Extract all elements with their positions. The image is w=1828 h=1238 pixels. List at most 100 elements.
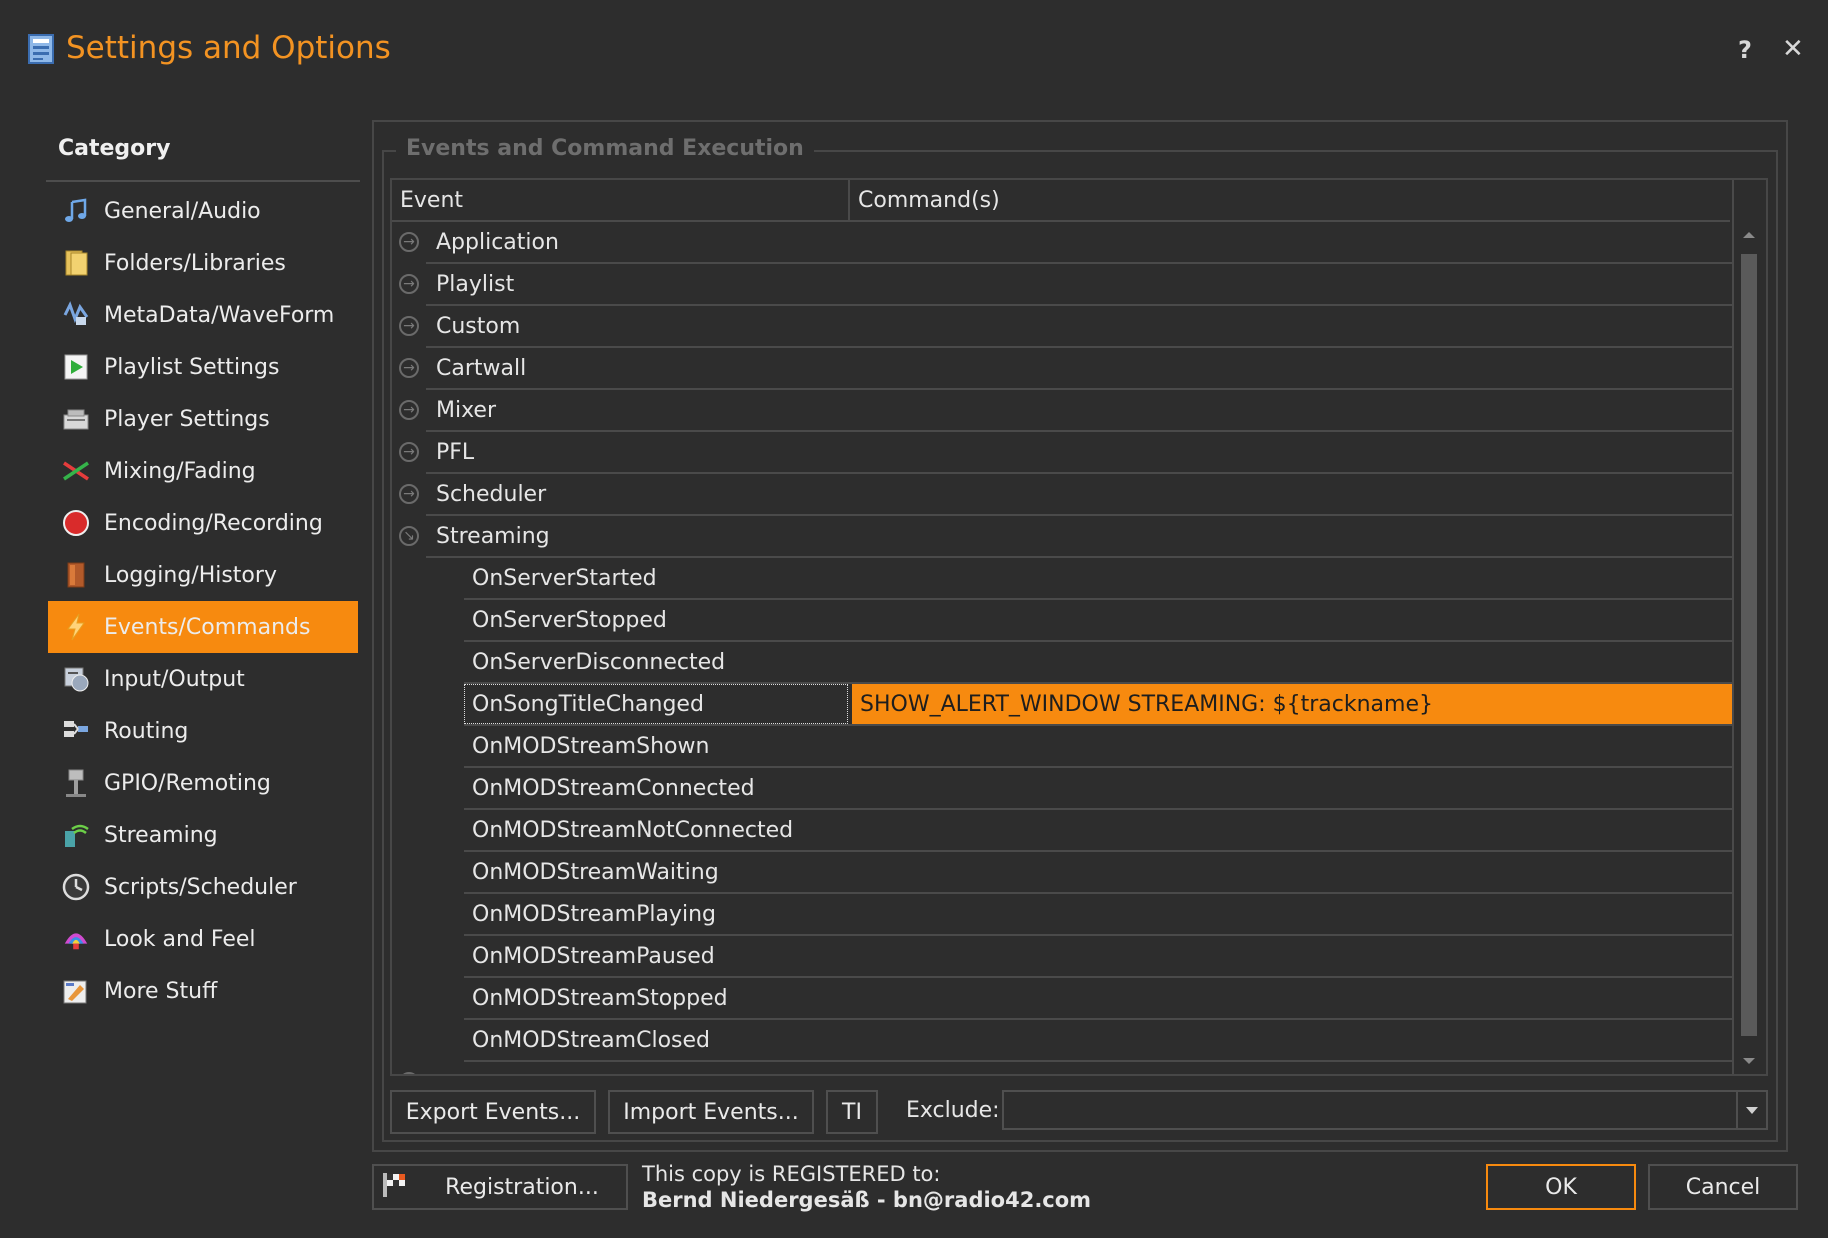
registration-label: Registration... bbox=[445, 1174, 599, 1200]
registration-button[interactable]: Registration... bbox=[372, 1164, 628, 1210]
category-divider bbox=[46, 180, 360, 182]
event-row[interactable]: OnMODStreamConnected bbox=[392, 768, 1734, 810]
sidebar-item-gpio-remoting[interactable]: GPIO/Remoting bbox=[48, 757, 358, 809]
event-name: OnMODStreamShown bbox=[472, 733, 710, 759]
expand-arrow-icon[interactable]: → bbox=[399, 316, 419, 336]
event-row[interactable]: OnMODStreamPaused bbox=[392, 936, 1734, 978]
sidebar-item-logging-history[interactable]: Logging/History bbox=[48, 549, 358, 601]
metadata-icon bbox=[62, 301, 90, 329]
group-row-cartwall[interactable]: → Cartwall bbox=[392, 348, 1734, 390]
group-label: Mixer bbox=[436, 397, 497, 423]
sidebar-item-look-and-feel[interactable]: Look and Feel bbox=[48, 913, 358, 965]
sidebar-item-mixing-fading[interactable]: Mixing/Fading bbox=[48, 445, 358, 497]
category-heading: Category bbox=[58, 136, 171, 161]
sidebar-item-scripts-scheduler[interactable]: Scripts/Scheduler bbox=[48, 861, 358, 913]
import-events-button[interactable]: Import Events... bbox=[608, 1090, 814, 1134]
group-row-streaming[interactable]: ↘ Streaming bbox=[392, 516, 1734, 558]
vertical-scrollbar[interactable] bbox=[1732, 220, 1766, 1074]
input-output-icon bbox=[62, 665, 90, 693]
group-row-pfl[interactable]: → PFL bbox=[392, 432, 1734, 474]
group-row-custom[interactable]: → Custom bbox=[392, 306, 1734, 348]
player-icon bbox=[62, 405, 90, 433]
event-row[interactable]: OnMODStreamClosed bbox=[392, 1020, 1734, 1062]
group-row-partial[interactable]: → bbox=[392, 1062, 1734, 1074]
exclude-dropdown-button[interactable] bbox=[1736, 1092, 1766, 1128]
chevron-down-icon bbox=[1746, 1106, 1758, 1114]
exclude-combobox[interactable] bbox=[1002, 1090, 1768, 1130]
group-row-application[interactable]: → Application bbox=[392, 222, 1734, 264]
event-row[interactable]: OnServerStopped bbox=[392, 600, 1734, 642]
event-name: OnMODStreamClosed bbox=[472, 1027, 710, 1053]
sidebar-item-more-stuff[interactable]: More Stuff bbox=[48, 965, 358, 1017]
music-note-icon bbox=[62, 197, 90, 225]
scroll-up-arrow-icon[interactable] bbox=[1743, 232, 1755, 238]
exclude-label: Exclude: bbox=[906, 1098, 1000, 1123]
grid-rows: → Application → Playlist → Custom → Cart… bbox=[392, 222, 1734, 1074]
sidebar-item-playlist-settings[interactable]: Playlist Settings bbox=[48, 341, 358, 393]
cancel-button[interactable]: Cancel bbox=[1648, 1164, 1798, 1210]
sidebar-item-label: Events/Commands bbox=[104, 614, 311, 640]
sidebar-item-input-output[interactable]: Input/Output bbox=[48, 653, 358, 705]
sidebar-item-streaming[interactable]: Streaming bbox=[48, 809, 358, 861]
logging-icon bbox=[62, 561, 90, 589]
scroll-down-arrow-icon[interactable] bbox=[1743, 1058, 1755, 1064]
header-corner bbox=[1732, 180, 1766, 220]
expand-arrow-icon[interactable]: → bbox=[399, 232, 419, 252]
expand-arrow-icon[interactable]: → bbox=[399, 484, 419, 504]
sidebar-item-player-settings[interactable]: Player Settings bbox=[48, 393, 358, 445]
column-header-commands[interactable]: Command(s) bbox=[850, 180, 1730, 220]
event-name: OnServerStarted bbox=[472, 565, 657, 591]
expand-arrow-icon[interactable]: → bbox=[399, 442, 419, 462]
collapse-arrow-icon[interactable]: ↘ bbox=[399, 526, 419, 546]
ti-button[interactable]: TI bbox=[826, 1090, 878, 1134]
sidebar-item-general-audio[interactable]: General/Audio bbox=[48, 185, 358, 237]
sidebar-item-label: Look and Feel bbox=[104, 926, 256, 952]
expand-arrow-icon[interactable]: → bbox=[399, 400, 419, 420]
group-label: Streaming bbox=[436, 523, 550, 549]
events-grid[interactable]: Event Command(s) → Application → Playlis… bbox=[390, 178, 1768, 1076]
group-row-scheduler[interactable]: → Scheduler bbox=[392, 474, 1734, 516]
event-name: OnMODStreamStopped bbox=[472, 985, 728, 1011]
more-stuff-icon bbox=[62, 977, 90, 1005]
ok-button[interactable]: OK bbox=[1486, 1164, 1636, 1210]
sidebar-item-events-commands[interactable]: Events/Commands bbox=[48, 601, 358, 653]
expand-arrow-icon[interactable]: → bbox=[399, 274, 419, 294]
export-events-button[interactable]: Export Events... bbox=[390, 1090, 596, 1134]
event-row-selected[interactable]: OnSongTitleChanged SHOW_ALERT_WINDOW STR… bbox=[392, 684, 1734, 726]
expand-arrow-icon[interactable]: → bbox=[399, 1072, 419, 1074]
sidebar-item-label: General/Audio bbox=[104, 198, 261, 224]
sidebar-item-label: Streaming bbox=[104, 822, 218, 848]
sidebar-item-metadata-waveform[interactable]: MetaData/WaveForm bbox=[48, 289, 358, 341]
event-row[interactable]: OnMODStreamWaiting bbox=[392, 852, 1734, 894]
registration-flag-icon bbox=[380, 1170, 410, 1200]
event-name: OnMODStreamWaiting bbox=[472, 859, 719, 885]
close-button[interactable]: ✕ bbox=[1782, 34, 1804, 64]
column-header-event[interactable]: Event bbox=[392, 180, 850, 220]
palette-icon bbox=[62, 925, 90, 953]
sidebar-item-encoding-recording[interactable]: Encoding/Recording bbox=[48, 497, 358, 549]
help-button[interactable]: ? bbox=[1738, 36, 1752, 64]
sidebar-item-label: Routing bbox=[104, 718, 189, 744]
group-row-mixer[interactable]: → Mixer bbox=[392, 390, 1734, 432]
command-cell[interactable]: SHOW_ALERT_WINDOW STREAMING: ${trackname… bbox=[852, 684, 1734, 724]
event-row[interactable]: OnMODStreamShown bbox=[392, 726, 1734, 768]
scroll-thumb[interactable] bbox=[1741, 254, 1757, 1036]
sidebar-item-routing[interactable]: Routing bbox=[48, 705, 358, 757]
sidebar-item-label: Folders/Libraries bbox=[104, 250, 286, 276]
sidebar-item-folders-libraries[interactable]: Folders/Libraries bbox=[48, 237, 358, 289]
category-list: General/Audio Folders/Libraries MetaData… bbox=[48, 185, 358, 1017]
sidebar-item-label: Playlist Settings bbox=[104, 354, 280, 380]
event-row[interactable]: OnMODStreamNotConnected bbox=[392, 810, 1734, 852]
expand-arrow-icon[interactable]: → bbox=[399, 358, 419, 378]
grid-header: Event Command(s) bbox=[392, 180, 1730, 222]
event-row[interactable]: OnServerDisconnected bbox=[392, 642, 1734, 684]
event-row[interactable]: OnMODStreamPlaying bbox=[392, 894, 1734, 936]
app-settings-icon bbox=[28, 34, 54, 64]
lightning-icon bbox=[62, 613, 90, 641]
event-row[interactable]: OnMODStreamStopped bbox=[392, 978, 1734, 1020]
group-row-playlist[interactable]: → Playlist bbox=[392, 264, 1734, 306]
event-row[interactable]: OnServerStarted bbox=[392, 558, 1734, 600]
clock-icon bbox=[62, 873, 90, 901]
sidebar-item-label: Encoding/Recording bbox=[104, 510, 323, 536]
folders-icon bbox=[62, 249, 90, 277]
